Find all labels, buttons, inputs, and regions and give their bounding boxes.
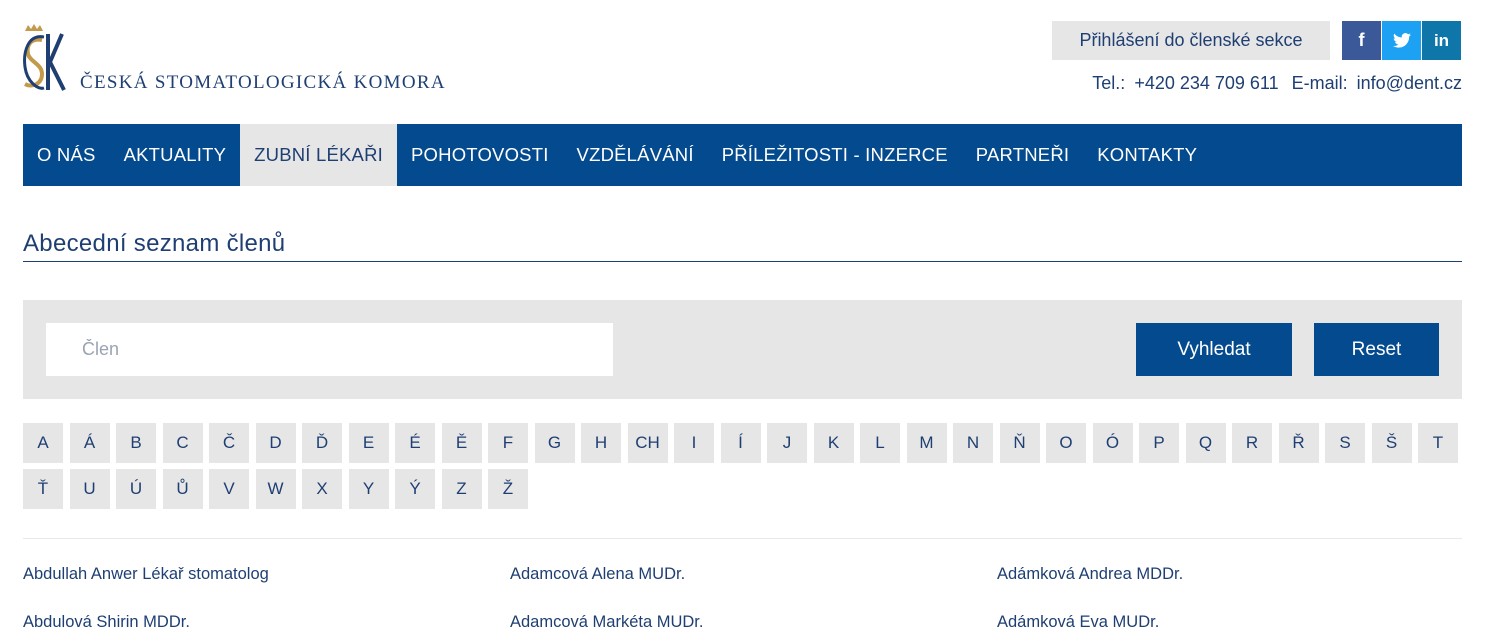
letter-button[interactable]: CH: [627, 423, 668, 463]
list-divider: [23, 538, 1462, 539]
letter-button[interactable]: Ě: [441, 423, 482, 463]
search-panel: Vyhledat Reset: [23, 300, 1462, 399]
email-value[interactable]: info@dent.cz: [1357, 73, 1462, 93]
letter-button[interactable]: B: [116, 423, 156, 463]
letter-button[interactable]: L: [860, 423, 900, 463]
title-divider: [23, 261, 1462, 262]
letter-button[interactable]: E: [348, 423, 389, 463]
logo[interactable]: ČESKÁ STOMATOLOGICKÁ KOMORA: [22, 22, 482, 93]
facebook-icon[interactable]: f: [1342, 21, 1381, 60]
letter-button[interactable]: Ř: [1278, 423, 1319, 463]
member-login-button[interactable]: Přihlášení do členské sekce: [1052, 21, 1330, 60]
letter-button[interactable]: É: [395, 423, 435, 463]
member-link[interactable]: Adámková Eva MUDr.: [997, 613, 1159, 632]
nav-item-pohotovosti[interactable]: POHOTOVOSTI: [397, 124, 563, 186]
linkedin-icon[interactable]: in: [1422, 21, 1461, 60]
letter-button[interactable]: K: [813, 423, 854, 463]
letter-button[interactable]: P: [1139, 423, 1179, 463]
letter-button[interactable]: Ó: [1092, 423, 1133, 463]
letter-button[interactable]: R: [1232, 423, 1272, 463]
letter-button[interactable]: Ž: [488, 469, 528, 509]
search-button[interactable]: Vyhledat: [1136, 323, 1292, 376]
letter-button[interactable]: N: [953, 423, 993, 463]
nav-item-aktuality[interactable]: AKTUALITY: [110, 124, 241, 186]
letter-button[interactable]: F: [488, 423, 528, 463]
nav-item-vzdelavani[interactable]: VZDĚLÁVÁNÍ: [563, 124, 708, 186]
letter-button[interactable]: X: [302, 469, 342, 509]
letter-button[interactable]: Š: [1371, 423, 1412, 463]
member-link[interactable]: Abdulová Shirin MDDr.: [23, 613, 190, 632]
letter-button[interactable]: J: [767, 423, 807, 463]
letter-button[interactable]: Ý: [395, 469, 435, 509]
letter-button[interactable]: Č: [209, 423, 249, 463]
letter-button[interactable]: Ď: [302, 423, 342, 463]
logo-mark-icon: [23, 24, 66, 91]
member-link[interactable]: Adámková Andrea MDDr.: [997, 565, 1183, 584]
nav-item-prilezitosti[interactable]: PŘÍLEŽITOSTI - INZERCE: [708, 124, 962, 186]
letter-button[interactable]: I: [674, 423, 714, 463]
nav-item-zubni-lekari[interactable]: ZUBNÍ LÉKAŘI: [240, 124, 397, 186]
letter-button[interactable]: W: [255, 469, 296, 509]
letter-button[interactable]: O: [1046, 423, 1086, 463]
letter-button[interactable]: G: [534, 423, 575, 463]
letter-button[interactable]: A: [23, 423, 63, 463]
letter-button[interactable]: M: [906, 423, 947, 463]
letter-button[interactable]: U: [69, 469, 110, 509]
member-search-input[interactable]: [46, 323, 613, 376]
contact-info: Tel.: +420 234 709 611 E-mail: info@dent…: [1092, 73, 1462, 94]
tel-value[interactable]: +420 234 709 611: [1134, 73, 1278, 93]
letter-button[interactable]: Y: [348, 469, 389, 509]
letter-button[interactable]: T: [1418, 423, 1458, 463]
letter-button[interactable]: S: [1325, 423, 1365, 463]
main-nav: O NÁS AKTUALITY ZUBNÍ LÉKAŘI POHOTOVOSTI…: [23, 124, 1462, 186]
letter-button[interactable]: H: [581, 423, 621, 463]
letter-button[interactable]: C: [162, 423, 203, 463]
letter-button[interactable]: Ů: [162, 469, 203, 509]
nav-item-kontakty[interactable]: KONTAKTY: [1083, 124, 1211, 186]
nav-item-partneri[interactable]: PARTNEŘI: [962, 124, 1083, 186]
twitter-bird-icon: [1392, 33, 1411, 48]
letter-button[interactable]: Í: [720, 423, 761, 463]
letter-button[interactable]: Ť: [23, 469, 63, 509]
email-label: E-mail:: [1291, 73, 1348, 93]
letter-button[interactable]: Q: [1185, 423, 1226, 463]
logo-text: ČESKÁ STOMATOLOGICKÁ KOMORA: [80, 72, 446, 93]
member-link[interactable]: Abdullah Anwer Lékař stomatolog: [23, 565, 269, 584]
twitter-icon[interactable]: [1382, 21, 1421, 60]
tel-label: Tel.:: [1092, 73, 1126, 93]
nav-item-o-nas[interactable]: O NÁS: [23, 124, 110, 186]
reset-button[interactable]: Reset: [1314, 323, 1439, 376]
letter-button[interactable]: D: [255, 423, 296, 463]
member-link[interactable]: Adamcová Alena MUDr.: [510, 565, 685, 584]
letter-button[interactable]: V: [209, 469, 249, 509]
letter-button[interactable]: Á: [69, 423, 110, 463]
letter-button[interactable]: Z: [441, 469, 482, 509]
page-title: Abecední seznam členů: [23, 230, 286, 257]
letter-button[interactable]: Ň: [999, 423, 1040, 463]
member-link[interactable]: Adamcová Markéta MUDr.: [510, 613, 703, 632]
letter-button[interactable]: Ú: [116, 469, 156, 509]
